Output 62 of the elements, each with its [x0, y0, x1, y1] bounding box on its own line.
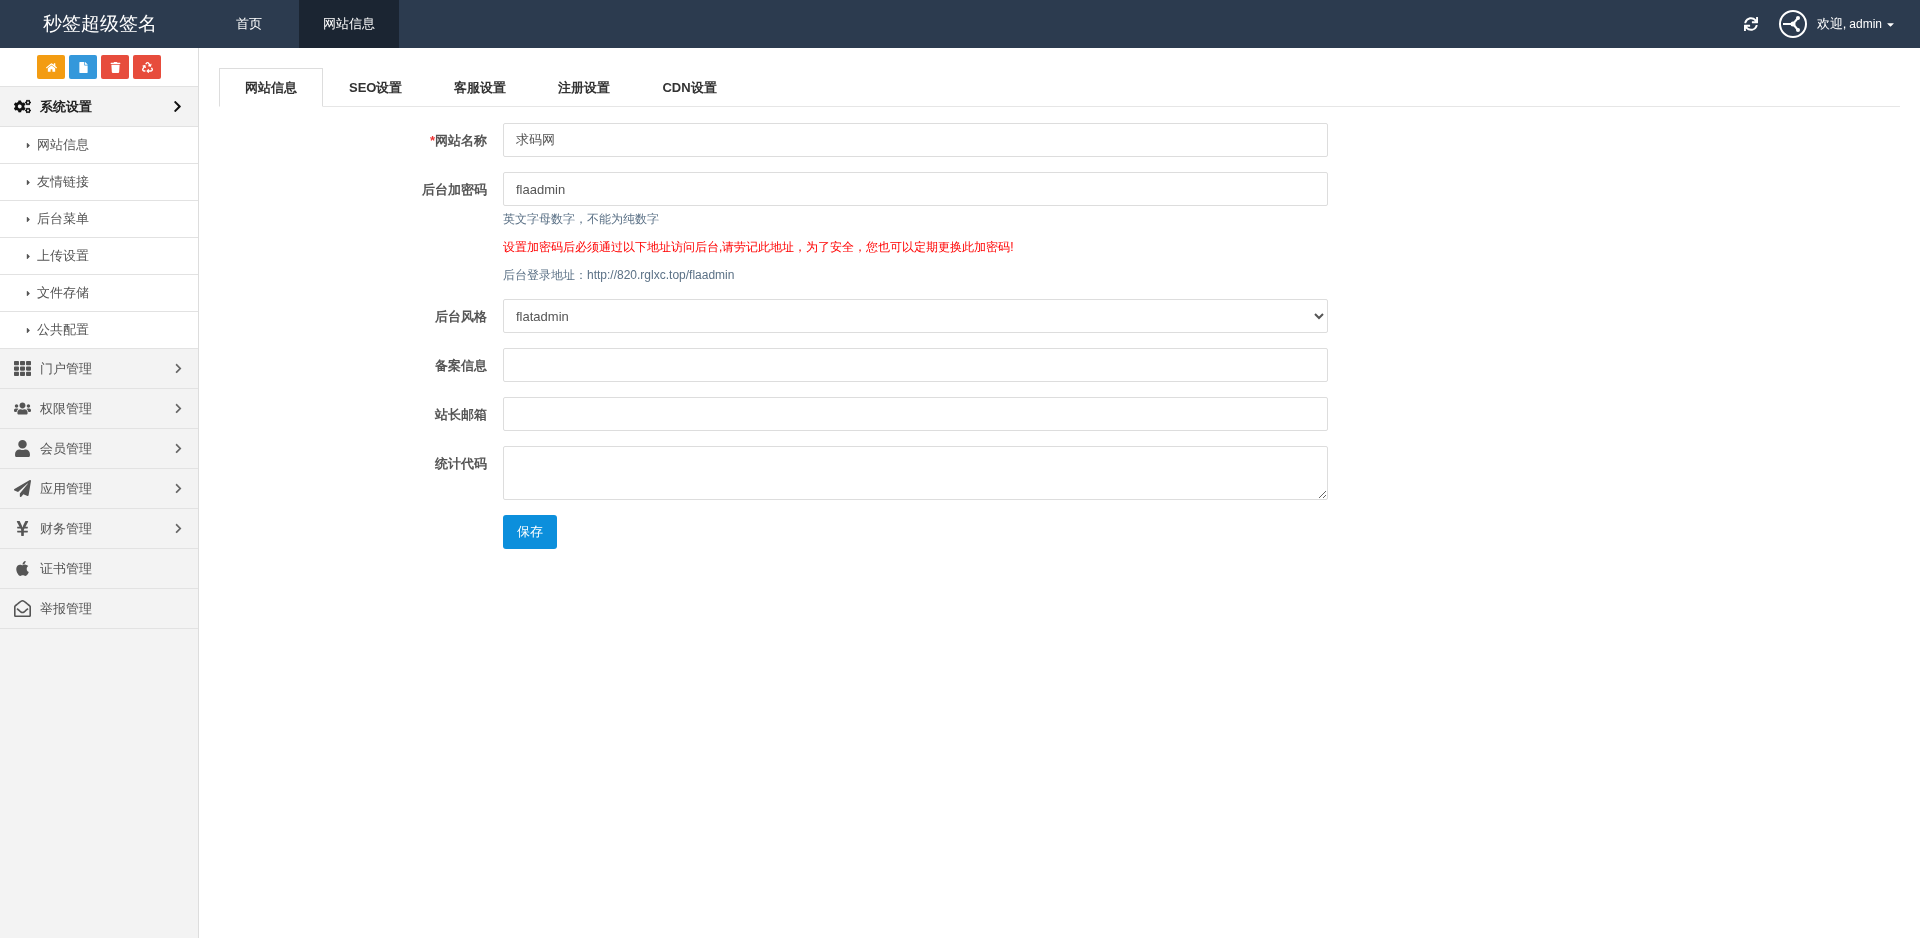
save-button[interactable]: 保存 [503, 515, 557, 549]
file-icon [77, 61, 89, 73]
recycle-icon [141, 61, 153, 73]
chevron-icon [173, 483, 184, 494]
help-text: 设置加密码后必须通过以下地址访问后台,请劳记此地址，为了安全，您也可以定期更换此加密码! [503, 239, 1015, 256]
quick-button[interactable] [133, 55, 161, 79]
brand-title: 秒签超级签名 [41, 12, 158, 36]
grid-icon [13, 360, 31, 377]
tab[interactable]: 网站信息 [219, 68, 323, 107]
caret-icon [24, 140, 33, 150]
chevron-icon [173, 403, 184, 414]
text-input[interactable]: 求码网 [503, 123, 1328, 157]
refresh-icon[interactable] [1743, 17, 1758, 31]
gears-icon [13, 98, 31, 115]
sidebar-item[interactable]: 文件存储 [0, 275, 198, 312]
sidebar-item[interactable]: 上传设置 [0, 238, 198, 275]
avatar-icon [1777, 9, 1808, 39]
home-icon [45, 61, 57, 73]
chevron-icon [173, 363, 184, 374]
nav-tab[interactable]: 首页 [199, 0, 299, 48]
field-label: *网站名称 [428, 132, 487, 150]
envelope-icon [13, 600, 31, 617]
field-label: 备案信息 [434, 357, 487, 375]
text-input[interactable]: flaadmin [503, 172, 1328, 206]
style-select[interactable]: flatadmin [503, 299, 1328, 333]
caret-icon [24, 325, 33, 335]
text-input[interactable] [503, 397, 1328, 431]
field-label: 后台风格 [434, 308, 487, 326]
sidebar-item[interactable]: 公共配置 [0, 312, 198, 349]
sidebar-group[interactable]: 权限管理 [0, 389, 198, 429]
help-text: 英文字母数字，不能为纯数字 [503, 211, 660, 228]
users-icon [13, 400, 31, 417]
apple-icon [13, 560, 31, 577]
field-label: 统计代码 [434, 455, 487, 473]
caret-icon [24, 288, 33, 298]
field-label: 后台加密码 [421, 181, 487, 199]
sidebar-group[interactable]: 举报管理 [0, 589, 198, 629]
chevron-icon [173, 523, 184, 534]
text-input[interactable] [503, 348, 1328, 382]
sidebar-item[interactable]: 网站信息 [0, 127, 198, 164]
sidebar-group[interactable]: 门户管理 [0, 349, 198, 389]
user-icon [13, 440, 31, 457]
quick-button[interactable] [69, 55, 97, 79]
chevron-icon [173, 443, 184, 454]
caret-icon [24, 251, 33, 261]
sidebar-group[interactable]: 会员管理 [0, 429, 198, 469]
quick-button[interactable] [101, 55, 129, 79]
sidebar-group[interactable]: 财务管理 [0, 509, 198, 549]
chevron-icon [171, 100, 184, 113]
help-text: 后台登录地址：http://820.rglxc.top/flaadmin [503, 267, 736, 284]
caret-icon [24, 214, 33, 224]
field-label: 站长邮箱 [434, 406, 487, 424]
sidebar-group[interactable]: 证书管理 [0, 549, 198, 589]
trash-icon [109, 61, 121, 73]
sidebar-item[interactable]: 后台菜单 [0, 201, 198, 238]
nav-tab[interactable]: 网站信息 [299, 0, 399, 48]
user-menu[interactable]: 欢迎, admin [1777, 9, 1896, 39]
caret-icon [24, 177, 33, 187]
sidebar-item[interactable]: 友情链接 [0, 164, 198, 201]
sidebar-group[interactable]: 应用管理 [0, 469, 198, 509]
paper-plane-icon [13, 480, 31, 497]
quick-button[interactable] [37, 55, 65, 79]
